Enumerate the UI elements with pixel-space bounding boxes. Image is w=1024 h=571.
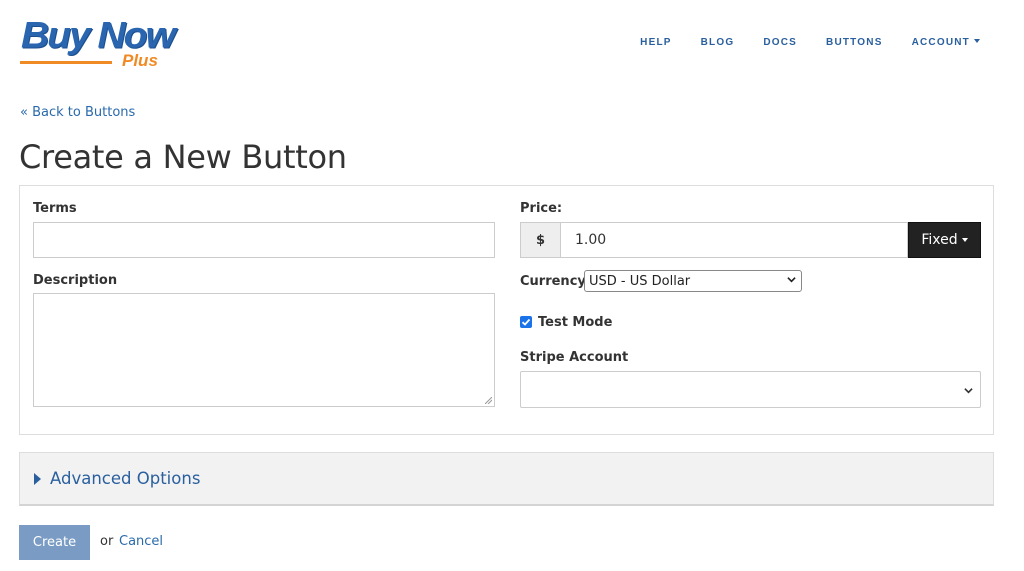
nav-docs[interactable]: DOCS <box>763 37 797 49</box>
resize-grip-icon[interactable] <box>485 397 492 404</box>
caret-right-icon <box>34 472 41 485</box>
logo[interactable]: Buy Now Plus <box>20 14 176 74</box>
stripe-account-select[interactable] <box>520 371 981 408</box>
caret-down-icon <box>974 39 980 44</box>
price-label: Price: <box>520 201 563 216</box>
page-title: Create a New Button <box>19 138 347 176</box>
back-to-buttons-link[interactable]: « Back to Buttons <box>20 105 135 120</box>
description-textarea[interactable] <box>33 293 495 407</box>
test-mode-checkbox[interactable] <box>520 316 532 328</box>
logo-plus-text: Plus <box>122 51 158 70</box>
advanced-options-toggle[interactable]: Advanced Options <box>19 452 994 506</box>
logo-wordmark: Buy Now <box>21 15 176 56</box>
currency-symbol-addon: $ <box>520 222 560 258</box>
nav-blog[interactable]: BLOG <box>701 37 735 49</box>
logo-underline <box>20 61 112 64</box>
currency-label: Currency <box>520 274 586 289</box>
chevron-down-icon <box>787 277 796 283</box>
test-mode-label[interactable]: Test Mode <box>538 315 612 330</box>
nav-help[interactable]: HELP <box>640 37 671 49</box>
or-text: or <box>100 534 114 549</box>
nav-buttons[interactable]: BUTTONS <box>826 37 883 49</box>
terms-label: Terms <box>33 201 77 216</box>
nav-account-label: ACCOUNT <box>911 37 970 48</box>
price-input-group: $ 1.00 Fixed <box>520 222 981 258</box>
description-label: Description <box>33 273 118 288</box>
create-button[interactable]: Create <box>19 525 90 560</box>
top-nav: HELP BLOG DOCS BUTTONS ACCOUNT <box>611 37 980 49</box>
checkmark-icon <box>521 318 531 326</box>
price-mode-dropdown-button[interactable]: Fixed <box>908 222 981 258</box>
terms-input[interactable] <box>33 222 495 258</box>
cancel-link[interactable]: Cancel <box>119 534 163 549</box>
caret-down-icon <box>961 238 968 242</box>
chevron-down-icon <box>964 388 973 394</box>
price-mode-label: Fixed <box>921 232 958 248</box>
button-form-panel: Terms Description Price: $ 1.00 Fixed Cu… <box>19 185 994 435</box>
currency-selected-value: USD - US Dollar <box>589 273 691 289</box>
stripe-account-label: Stripe Account <box>520 350 629 365</box>
advanced-options-label: Advanced Options <box>50 469 201 488</box>
currency-select[interactable]: USD - US Dollar <box>584 270 802 292</box>
nav-account[interactable]: ACCOUNT <box>912 37 980 49</box>
price-input[interactable]: 1.00 <box>560 222 908 258</box>
